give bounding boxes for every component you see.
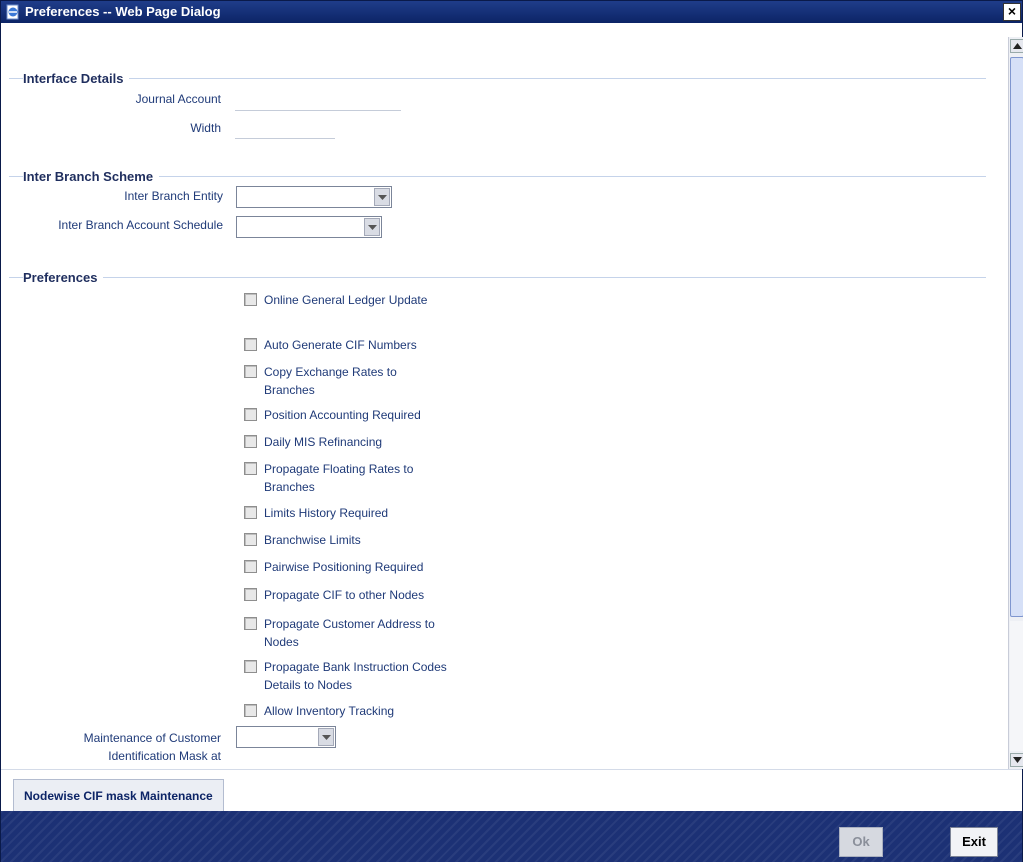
checkbox[interactable] — [244, 533, 257, 546]
ok-button[interactable]: Ok — [839, 827, 883, 857]
checkbox-copy-exchange-rates[interactable]: Copy Exchange Rates to Branches — [244, 363, 484, 399]
ie-page-icon — [5, 4, 21, 20]
close-button[interactable]: × — [1003, 3, 1021, 21]
checkbox-label: Daily MIS Refinancing — [264, 435, 383, 449]
title-bar: Preferences -- Web Page Dialog — [1, 1, 1022, 23]
checkbox-branchwise-limits[interactable]: Branchwise Limits — [244, 531, 484, 549]
chevron-down-icon — [378, 195, 387, 200]
customer-identification-mask-select[interactable] — [236, 726, 336, 748]
width-label: Width — [190, 121, 221, 135]
checkbox-label: Propagate Bank Instruction Codes Details… — [264, 660, 447, 692]
checkbox[interactable] — [244, 560, 257, 573]
mask-label-line-1: Maintenance of Customer — [83, 731, 221, 745]
checkbox-label: Branchwise Limits — [264, 533, 361, 547]
checkbox-limits-history-required[interactable]: Limits History Required — [244, 504, 484, 522]
section-divider — [9, 277, 986, 278]
field-underline — [235, 110, 401, 111]
section-title: Preferences — [23, 270, 104, 285]
checkbox-label: Propagate CIF to other Nodes — [264, 588, 425, 602]
section-title: Inter Branch Scheme — [23, 169, 160, 184]
scroll-down-button[interactable] — [1010, 753, 1023, 767]
checkbox[interactable] — [244, 588, 257, 601]
close-icon[interactable]: × — [1008, 3, 1016, 19]
checkbox-label: Pairwise Positioning Required — [264, 560, 424, 574]
chevron-down-icon — [322, 735, 331, 740]
inter-branch-entity-select[interactable] — [236, 186, 392, 208]
checkbox[interactable] — [244, 435, 257, 448]
checkbox[interactable] — [244, 338, 257, 351]
exit-button[interactable]: Exit — [950, 827, 998, 857]
checkbox-propagate-cif-to-other-nodes[interactable]: Propagate CIF to other Nodes — [244, 586, 484, 604]
checkbox-label: Allow Inventory Tracking — [264, 704, 395, 718]
checkbox-allow-inventory-tracking[interactable]: Allow Inventory Tracking — [244, 702, 484, 720]
journal-account-label: Journal Account — [135, 92, 221, 106]
scroll-up-button[interactable] — [1010, 39, 1023, 53]
journal-account-field[interactable] — [235, 89, 401, 111]
section-preferences: Preferences — [9, 270, 986, 285]
section-inter-branch-scheme: Inter Branch Scheme — [9, 169, 986, 184]
mask-label-line-2: Identification Mask at — [108, 749, 221, 763]
checkbox[interactable] — [244, 462, 257, 475]
width-field[interactable] — [235, 117, 335, 139]
checkbox[interactable] — [244, 293, 257, 306]
checkbox[interactable] — [244, 660, 257, 673]
arrow-up-icon — [1013, 43, 1022, 49]
section-divider — [9, 78, 986, 79]
customer-identification-mask-label: Maintenance of Customer Identification M… — [31, 729, 221, 765]
nodewise-cif-mask-maintenance-button[interactable]: Nodewise CIF mask Maintenance — [13, 779, 224, 811]
checkbox-label: Copy Exchange Rates to Branches — [264, 365, 397, 397]
checkbox-auto-generate-cif-numbers[interactable]: Auto Generate CIF Numbers — [244, 336, 484, 354]
section-title: Interface Details — [23, 71, 130, 86]
checkbox-label: Position Accounting Required — [264, 408, 421, 422]
checkbox-daily-mis-refinancing[interactable]: Daily MIS Refinancing — [244, 433, 484, 451]
vertical-scrollbar[interactable] — [1008, 37, 1023, 769]
inter-branch-account-schedule-label: Inter Branch Account Schedule — [58, 218, 223, 232]
checkbox[interactable] — [244, 506, 257, 519]
checkbox[interactable] — [244, 617, 257, 630]
field-underline — [235, 138, 335, 139]
dropdown-button[interactable] — [318, 728, 334, 746]
checkbox-label: Propagate Customer Address to Nodes — [264, 617, 435, 649]
checkbox-propagate-bank-instruction-codes[interactable]: Propagate Bank Instruction Codes Details… — [244, 658, 484, 694]
dialog-content: Interface Details Journal Account Width … — [1, 23, 1008, 769]
window-title: Preferences -- Web Page Dialog — [25, 4, 221, 19]
checkbox[interactable] — [244, 704, 257, 717]
checkbox-propagate-floating-rates[interactable]: Propagate Floating Rates to Branches — [244, 460, 484, 496]
checkbox-label: Online General Ledger Update — [264, 293, 428, 307]
checkbox-pairwise-positioning-required[interactable]: Pairwise Positioning Required — [244, 558, 484, 576]
dialog-footer: Ok Exit — [1, 811, 1022, 862]
dropdown-button[interactable] — [364, 218, 380, 236]
checkbox[interactable] — [244, 408, 257, 421]
checkbox-label: Propagate Floating Rates to Branches — [264, 462, 414, 494]
scrollbar-track[interactable] — [1010, 621, 1023, 751]
arrow-down-icon — [1013, 757, 1022, 763]
scrollbar-thumb[interactable] — [1010, 57, 1023, 617]
checkbox-position-accounting-required[interactable]: Position Accounting Required — [244, 406, 484, 424]
dropdown-button[interactable] — [374, 188, 390, 206]
chevron-down-icon — [368, 225, 377, 230]
inter-branch-entity-label: Inter Branch Entity — [124, 189, 223, 203]
inter-branch-account-schedule-select[interactable] — [236, 216, 382, 238]
checkbox-label: Limits History Required — [264, 506, 389, 520]
checkbox-online-general-ledger-update[interactable]: Online General Ledger Update — [244, 291, 484, 309]
dialog-window: Preferences -- Web Page Dialog × Interfa… — [0, 0, 1023, 862]
checkbox-propagate-customer-address[interactable]: Propagate Customer Address to Nodes — [244, 615, 484, 651]
checkbox[interactable] — [244, 365, 257, 378]
checkbox-label: Auto Generate CIF Numbers — [264, 338, 417, 352]
section-interface-details: Interface Details — [9, 71, 986, 86]
